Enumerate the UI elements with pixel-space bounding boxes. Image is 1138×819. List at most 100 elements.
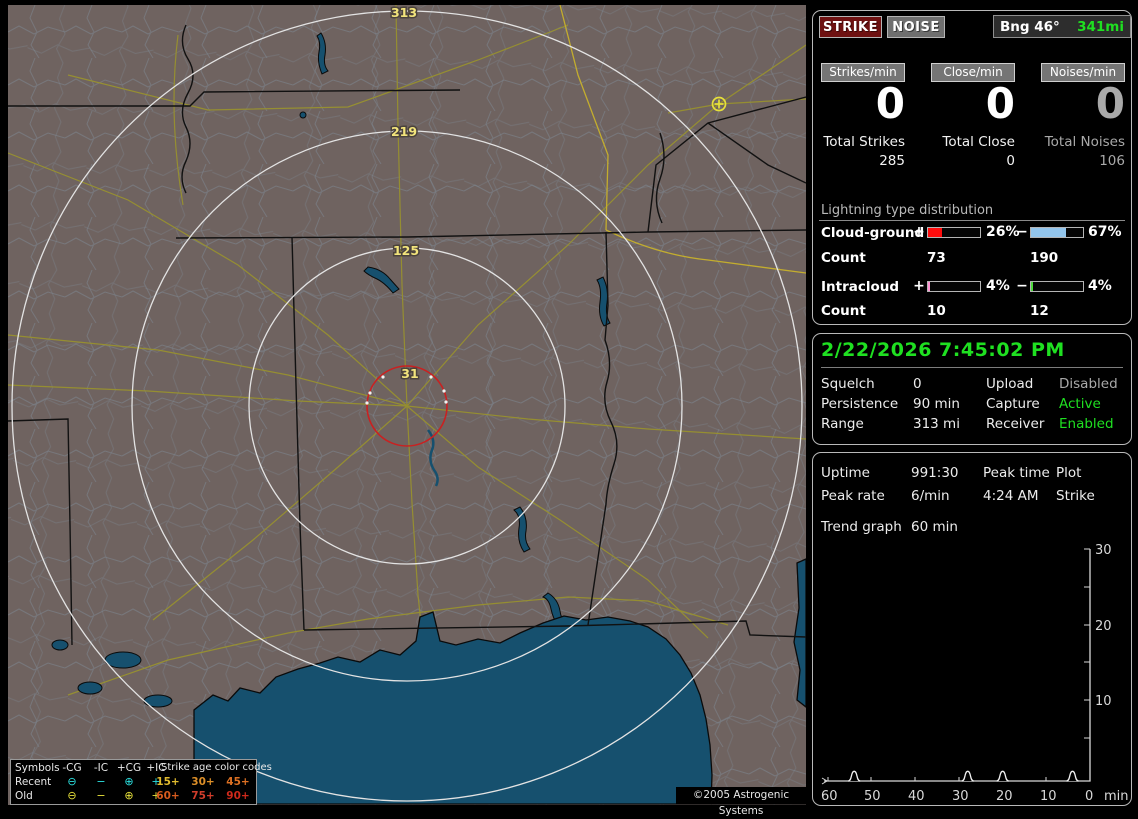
x-tick-0: 0 xyxy=(1085,789,1093,804)
ring-label-125: 125 xyxy=(393,243,419,258)
ic-positive-count: 10 xyxy=(927,303,946,319)
plot-label: Plot xyxy=(1056,465,1082,481)
uptime-value: 991:30 xyxy=(911,465,959,481)
strike-button[interactable]: STRIKE xyxy=(819,16,882,38)
old-neg-ic-icon: − xyxy=(96,789,106,802)
bearing-label: Bng 46° xyxy=(1000,18,1060,35)
legend-col-pcg: +CG xyxy=(116,762,142,774)
squelch-value: 0 xyxy=(913,376,922,392)
uptime-label: Uptime xyxy=(821,465,870,481)
cg-count-label: Count xyxy=(821,250,866,266)
cg-positive-count: 73 xyxy=(927,250,946,266)
trend-peak xyxy=(961,770,974,782)
session-panel: Uptime 991:30 Peak time Plot Peak rate 6… xyxy=(812,452,1132,806)
ic-negative-bar xyxy=(1030,281,1084,292)
cg-positive-bar xyxy=(927,227,981,238)
cloud-ground-label: Cloud-ground xyxy=(821,225,925,241)
cg-positive-bar-fill xyxy=(928,228,942,237)
close-per-min-value: 0 xyxy=(985,79,1015,128)
map-legend: Symbols -CG -IC +CG +IC Strike age color… xyxy=(10,759,272,805)
lightning-map: 313 219 125 31 xyxy=(7,4,807,805)
recent-neg-cg-icon: ⊖ xyxy=(67,775,77,788)
range-value: 313 mi xyxy=(913,416,960,432)
ic-count-label: Count xyxy=(821,303,866,319)
cg-negative-bar xyxy=(1030,227,1084,238)
recent-pos-cg-icon: ⊕ xyxy=(124,775,134,788)
ic-negative-count: 12 xyxy=(1030,303,1049,319)
upload-label: Upload xyxy=(986,376,1034,392)
y-axis-ticks xyxy=(1084,548,1090,739)
total-strikes-value: 285 xyxy=(879,153,905,169)
bearing-distance: 341mi xyxy=(1077,18,1124,35)
cg-positive-pct: 26% xyxy=(986,224,1020,240)
x-tick-20: 20 xyxy=(996,789,1013,804)
peak-time-label: Peak time xyxy=(983,465,1050,481)
old-neg-cg-icon: ⊖ xyxy=(67,789,77,802)
peak-rate-value: 6/min xyxy=(911,488,950,504)
age-15: 15+ xyxy=(156,776,180,788)
trend-peak xyxy=(848,770,861,782)
legend-age-title: Strike age color codes xyxy=(161,762,272,773)
age-90: 90+ xyxy=(226,790,250,802)
squelch-label: Squelch xyxy=(821,376,875,392)
ic-positive-pct: 4% xyxy=(986,278,1010,294)
status-panel: 2/22/2026 7:45:02 PM Squelch 0 Upload Di… xyxy=(812,333,1132,445)
peak-time-value: 4:24 AM xyxy=(983,488,1039,504)
minus-sign: − xyxy=(1016,224,1028,240)
y-tick-20: 20 xyxy=(1095,619,1112,634)
strikes-per-min-value: 0 xyxy=(875,79,905,128)
trend-peak xyxy=(996,770,1009,782)
ring-label-219: 219 xyxy=(391,124,417,139)
x-axis-unit: min xyxy=(1104,789,1129,804)
x-tick-10: 10 xyxy=(1040,789,1057,804)
map-view[interactable]: 313 219 125 31 xyxy=(7,4,807,805)
persistence-label: Persistence xyxy=(821,396,899,412)
trend-graph: 30 20 10 60 50 40 30 20 10 0 min xyxy=(821,543,1129,804)
minus-sign: − xyxy=(1016,278,1028,294)
distribution-title: Lightning type distribution xyxy=(821,203,994,218)
ring-label-31: 31 xyxy=(401,366,418,381)
x-tick-30: 30 xyxy=(952,789,969,804)
plus-sign: + xyxy=(913,224,925,240)
trend-graph-period: 60 min xyxy=(911,519,958,535)
legend-recent-label: Recent xyxy=(15,776,52,788)
distribution-divider xyxy=(819,220,1125,221)
y-tick-10: 10 xyxy=(1095,694,1112,709)
receiver-value: Enabled xyxy=(1059,416,1114,432)
ic-negative-pct: 4% xyxy=(1088,278,1112,294)
datetime-display: 2/22/2026 7:45:02 PM xyxy=(821,339,1123,368)
x-tick-40: 40 xyxy=(908,789,925,804)
legend-symbols-title: Symbols xyxy=(15,762,60,774)
plus-sign: + xyxy=(913,278,925,294)
peak-rate-label: Peak rate xyxy=(821,488,885,504)
old-pos-cg-icon: ⊕ xyxy=(124,789,134,802)
age-75: 75+ xyxy=(191,790,215,802)
intracloud-label: Intracloud xyxy=(821,279,900,295)
trend-peaks xyxy=(848,770,1079,782)
noises-per-min-value: 0 xyxy=(1095,79,1125,128)
age-30: 30+ xyxy=(191,776,215,788)
receiver-label: Receiver xyxy=(986,416,1045,432)
total-close-label: Total Close xyxy=(942,134,1015,150)
cg-negative-pct: 67% xyxy=(1088,224,1122,240)
cg-negative-bar-fill xyxy=(1031,228,1066,237)
capture-label: Capture xyxy=(986,396,1040,412)
total-strikes-label: Total Strikes xyxy=(823,134,905,150)
total-close-value: 0 xyxy=(1006,153,1015,169)
recent-neg-ic-icon: − xyxy=(96,775,106,788)
total-noises-value: 106 xyxy=(1099,153,1125,169)
upload-value: Disabled xyxy=(1059,376,1118,392)
noise-button[interactable]: NOISE xyxy=(887,16,945,38)
copyright-notice: ©2005 Astrogenic Systems xyxy=(676,787,806,817)
ic-negative-bar-fill xyxy=(1031,282,1034,291)
age-45: 45+ xyxy=(226,776,250,788)
legend-col-nic: -IC xyxy=(93,762,109,774)
x-tick-60: 60 xyxy=(821,789,838,804)
persistence-value: 90 min xyxy=(913,396,960,412)
legend-col-ncg: -CG xyxy=(62,762,82,774)
trend-axes xyxy=(824,549,1091,782)
y-tick-30: 30 xyxy=(1095,543,1112,558)
legend-old-label: Old xyxy=(15,790,33,802)
x-tick-50: 50 xyxy=(864,789,881,804)
strike-stats-panel: STRIKE NOISE Bng 46° 341mi Strikes/min C… xyxy=(812,10,1132,325)
